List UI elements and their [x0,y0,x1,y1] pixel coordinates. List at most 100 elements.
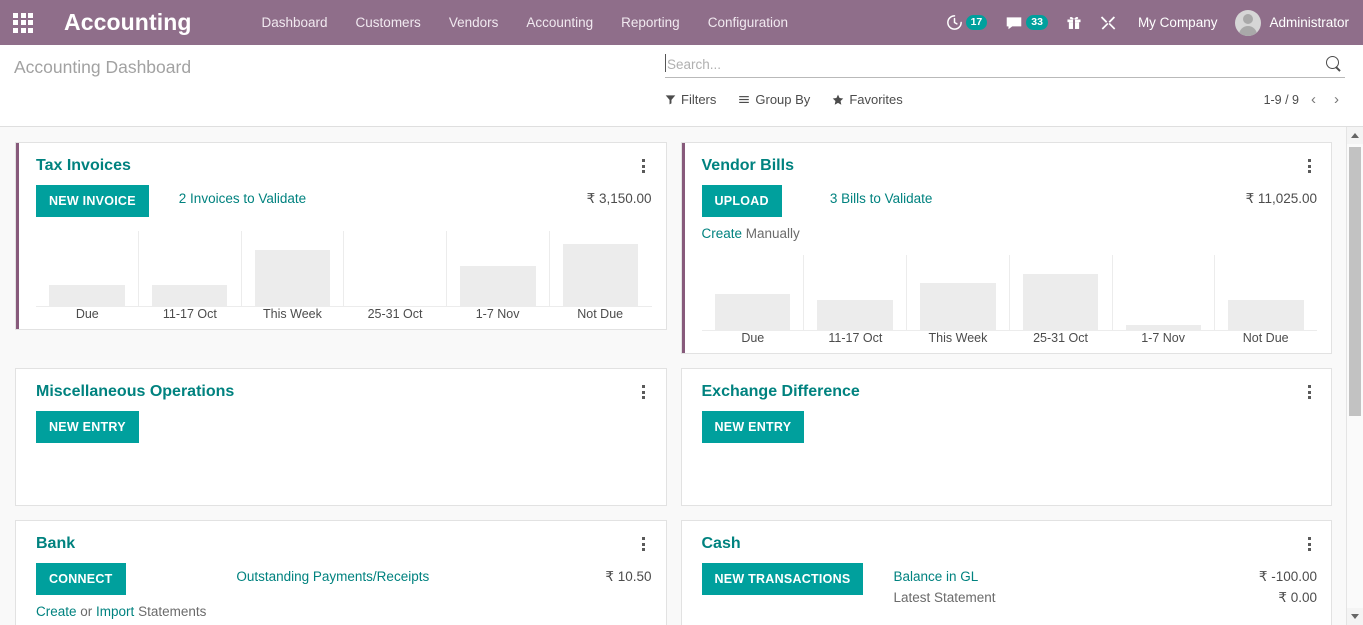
card-body: CONNECT Create or Import Statements Outs… [16,553,666,625]
card-main-row: UPLOAD Create Manually 3 Bills to Valida… [702,185,1318,241]
scroll-down-button[interactable] [1347,608,1363,625]
bar-column[interactable] [906,255,1009,330]
app-brand-title[interactable]: Accounting [64,9,192,36]
dashboard-grid: Tax Invoices NEW INVOICE 2 Invoices to V… [0,127,1363,625]
kebab-menu-icon[interactable] [636,535,652,553]
gift-menu[interactable] [1057,0,1091,45]
card-main-row: NEW INVOICE 2 Invoices to Validate ₹ 3,1… [36,185,652,217]
upload-button[interactable]: UPLOAD [702,185,782,217]
pager-next-button[interactable]: › [1328,92,1345,107]
bar-column[interactable] [343,231,446,306]
chart-x-labels: Due 11-17 Oct This Week 25-31 Oct 1-7 No… [36,307,652,329]
messages-menu[interactable]: 33 [996,0,1057,45]
menu-item-vendors[interactable]: Vendors [435,2,513,43]
x-label: Due [702,331,805,345]
clock-activity-icon [946,14,963,31]
menu-item-accounting[interactable]: Accounting [512,2,607,43]
dashboard-column-right-3: Cash NEW TRANSACTIONS Balance in GL ₹ -1… [674,513,1340,625]
outstanding-payments-link[interactable]: Outstanding Payments/Receipts [236,567,429,587]
connect-button[interactable]: CONNECT [36,563,126,595]
bar-11-17-oct [152,285,227,306]
connect-block: CONNECT Create or Import Statements [36,563,206,619]
bar-column[interactable] [549,231,652,306]
kebab-menu-icon[interactable] [636,383,652,401]
card-header: Vendor Bills [682,143,1332,175]
activities-menu[interactable]: 17 [937,0,997,45]
menu-item-configuration[interactable]: Configuration [694,2,802,43]
favorites-dropdown[interactable]: Favorites [832,92,902,107]
bar-column[interactable] [241,231,344,306]
dashboard-column-right-2: Exchange Difference NEW ENTRY [674,361,1340,513]
statements-mid: or [77,604,97,619]
new-entry-button[interactable]: NEW ENTRY [36,411,139,443]
kebab-menu-icon[interactable] [636,157,652,175]
scroll-up-button[interactable] [1347,127,1363,144]
user-avatar-icon [1235,10,1261,36]
card-title-tax-invoices[interactable]: Tax Invoices [36,157,131,175]
new-transactions-button[interactable]: NEW TRANSACTIONS [702,563,864,595]
filters-dropdown[interactable]: Filters [665,92,716,107]
filters-label: Filters [681,92,716,107]
bar-column[interactable] [1214,255,1317,330]
card-title-cash[interactable]: Cash [702,535,741,553]
card-title-vendor-bills[interactable]: Vendor Bills [702,157,794,175]
card-title-bank[interactable]: Bank [36,535,75,553]
new-invoice-button[interactable]: NEW INVOICE [36,185,149,217]
invoices-to-validate-link[interactable]: 2 Invoices to Validate [179,189,306,209]
chevron-down-icon [1351,614,1359,619]
bar-not-due [563,244,638,306]
kebab-menu-icon[interactable] [1301,535,1317,553]
balance-in-gl-link[interactable]: Balance in GL [893,567,978,587]
bar-column[interactable] [803,255,906,330]
control-panel-left: Accounting Dashboard [14,45,191,126]
scrollbar-thumb[interactable] [1349,147,1361,416]
vertical-scrollbar[interactable] [1346,127,1363,625]
x-label: Not Due [1214,331,1317,345]
control-panel-tools: Filters Group By Favorites 1-9 / 9 ‹ [665,92,1345,107]
card-title-misc-operations[interactable]: Miscellaneous Operations [36,383,234,401]
kebab-menu-icon[interactable] [1301,157,1317,175]
dashboard-column-left-2: Miscellaneous Operations NEW ENTRY [8,361,674,513]
bar-column[interactable] [138,231,241,306]
group-by-dropdown[interactable]: Group By [738,92,810,107]
dashboard-column-left-3: Bank CONNECT Create or Import Statements… [8,513,674,625]
bar-column[interactable] [702,255,804,330]
card-body: NEW INVOICE 2 Invoices to Validate ₹ 3,1… [16,175,666,329]
bar-column[interactable] [1009,255,1112,330]
bar-column[interactable] [446,231,549,306]
card-stats: 2 Invoices to Validate ₹ 3,150.00 [149,185,652,210]
dashboard-column-left-1: Tax Invoices NEW INVOICE 2 Invoices to V… [8,135,674,361]
messages-count-badge: 33 [1026,15,1048,31]
card-title-exchange-difference[interactable]: Exchange Difference [702,383,860,401]
create-manually-link[interactable]: Create [702,226,743,241]
bills-to-validate-link[interactable]: 3 Bills to Validate [830,189,933,209]
hamburger-icon [738,94,750,105]
favorites-label: Favorites [849,92,902,107]
card-main-row: NEW ENTRY [702,411,1318,443]
new-entry-button[interactable]: NEW ENTRY [702,411,805,443]
card-misc-operations: Miscellaneous Operations NEW ENTRY [15,368,667,506]
kebab-menu-icon[interactable] [1301,383,1317,401]
card-filler [702,443,1318,505]
card-cash: Cash NEW TRANSACTIONS Balance in GL ₹ -1… [681,520,1333,625]
pager: 1-9 / 9 ‹ › [1264,92,1345,107]
create-statement-link[interactable]: Create [36,604,77,619]
search-input[interactable] [665,57,1326,72]
bar-column[interactable] [1112,255,1215,330]
user-menu[interactable]: Administrator [1229,10,1349,36]
chart-x-labels: Due 11-17 Oct This Week 25-31 Oct 1-7 No… [702,331,1318,353]
search-icon[interactable] [1326,56,1343,73]
import-statement-link[interactable]: Import [96,604,134,619]
pager-previous-button[interactable]: ‹ [1305,92,1322,107]
menu-item-reporting[interactable]: Reporting [607,2,694,43]
scrollbar-track[interactable] [1347,144,1363,608]
menu-item-customers[interactable]: Customers [342,2,435,43]
apps-grid-icon[interactable] [0,0,46,45]
dashboard-column-right-1: Vendor Bills UPLOAD Create Manually 3 Bi… [674,135,1340,361]
bar-column[interactable] [36,231,138,306]
menu-item-dashboard[interactable]: Dashboard [248,2,342,43]
company-switcher[interactable]: My Company [1126,15,1230,30]
developer-tools-menu[interactable] [1091,0,1126,45]
search-bar[interactable] [665,51,1345,78]
outstanding-payments-amount: ₹ 10.50 [587,567,651,587]
